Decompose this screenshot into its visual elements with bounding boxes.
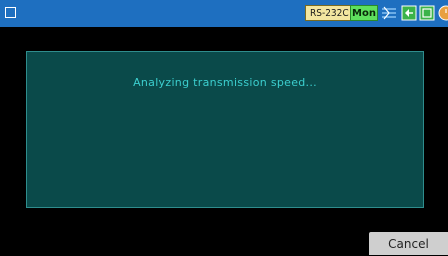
clock-icon	[437, 4, 448, 22]
status-message: Analyzing transmission speed...	[133, 76, 317, 89]
connector-icon	[401, 4, 417, 22]
mode-badge: Mon	[350, 5, 378, 21]
progress-dialog: Analyzing transmission speed...	[26, 51, 424, 208]
signal-icon	[381, 4, 397, 22]
cancel-button[interactable]: Cancel	[369, 232, 448, 255]
port-badge: RS-232C	[305, 5, 354, 21]
card-icon	[419, 4, 435, 22]
status-bar: RS-232C Mon	[0, 0, 448, 27]
menu-icon[interactable]	[5, 7, 16, 18]
